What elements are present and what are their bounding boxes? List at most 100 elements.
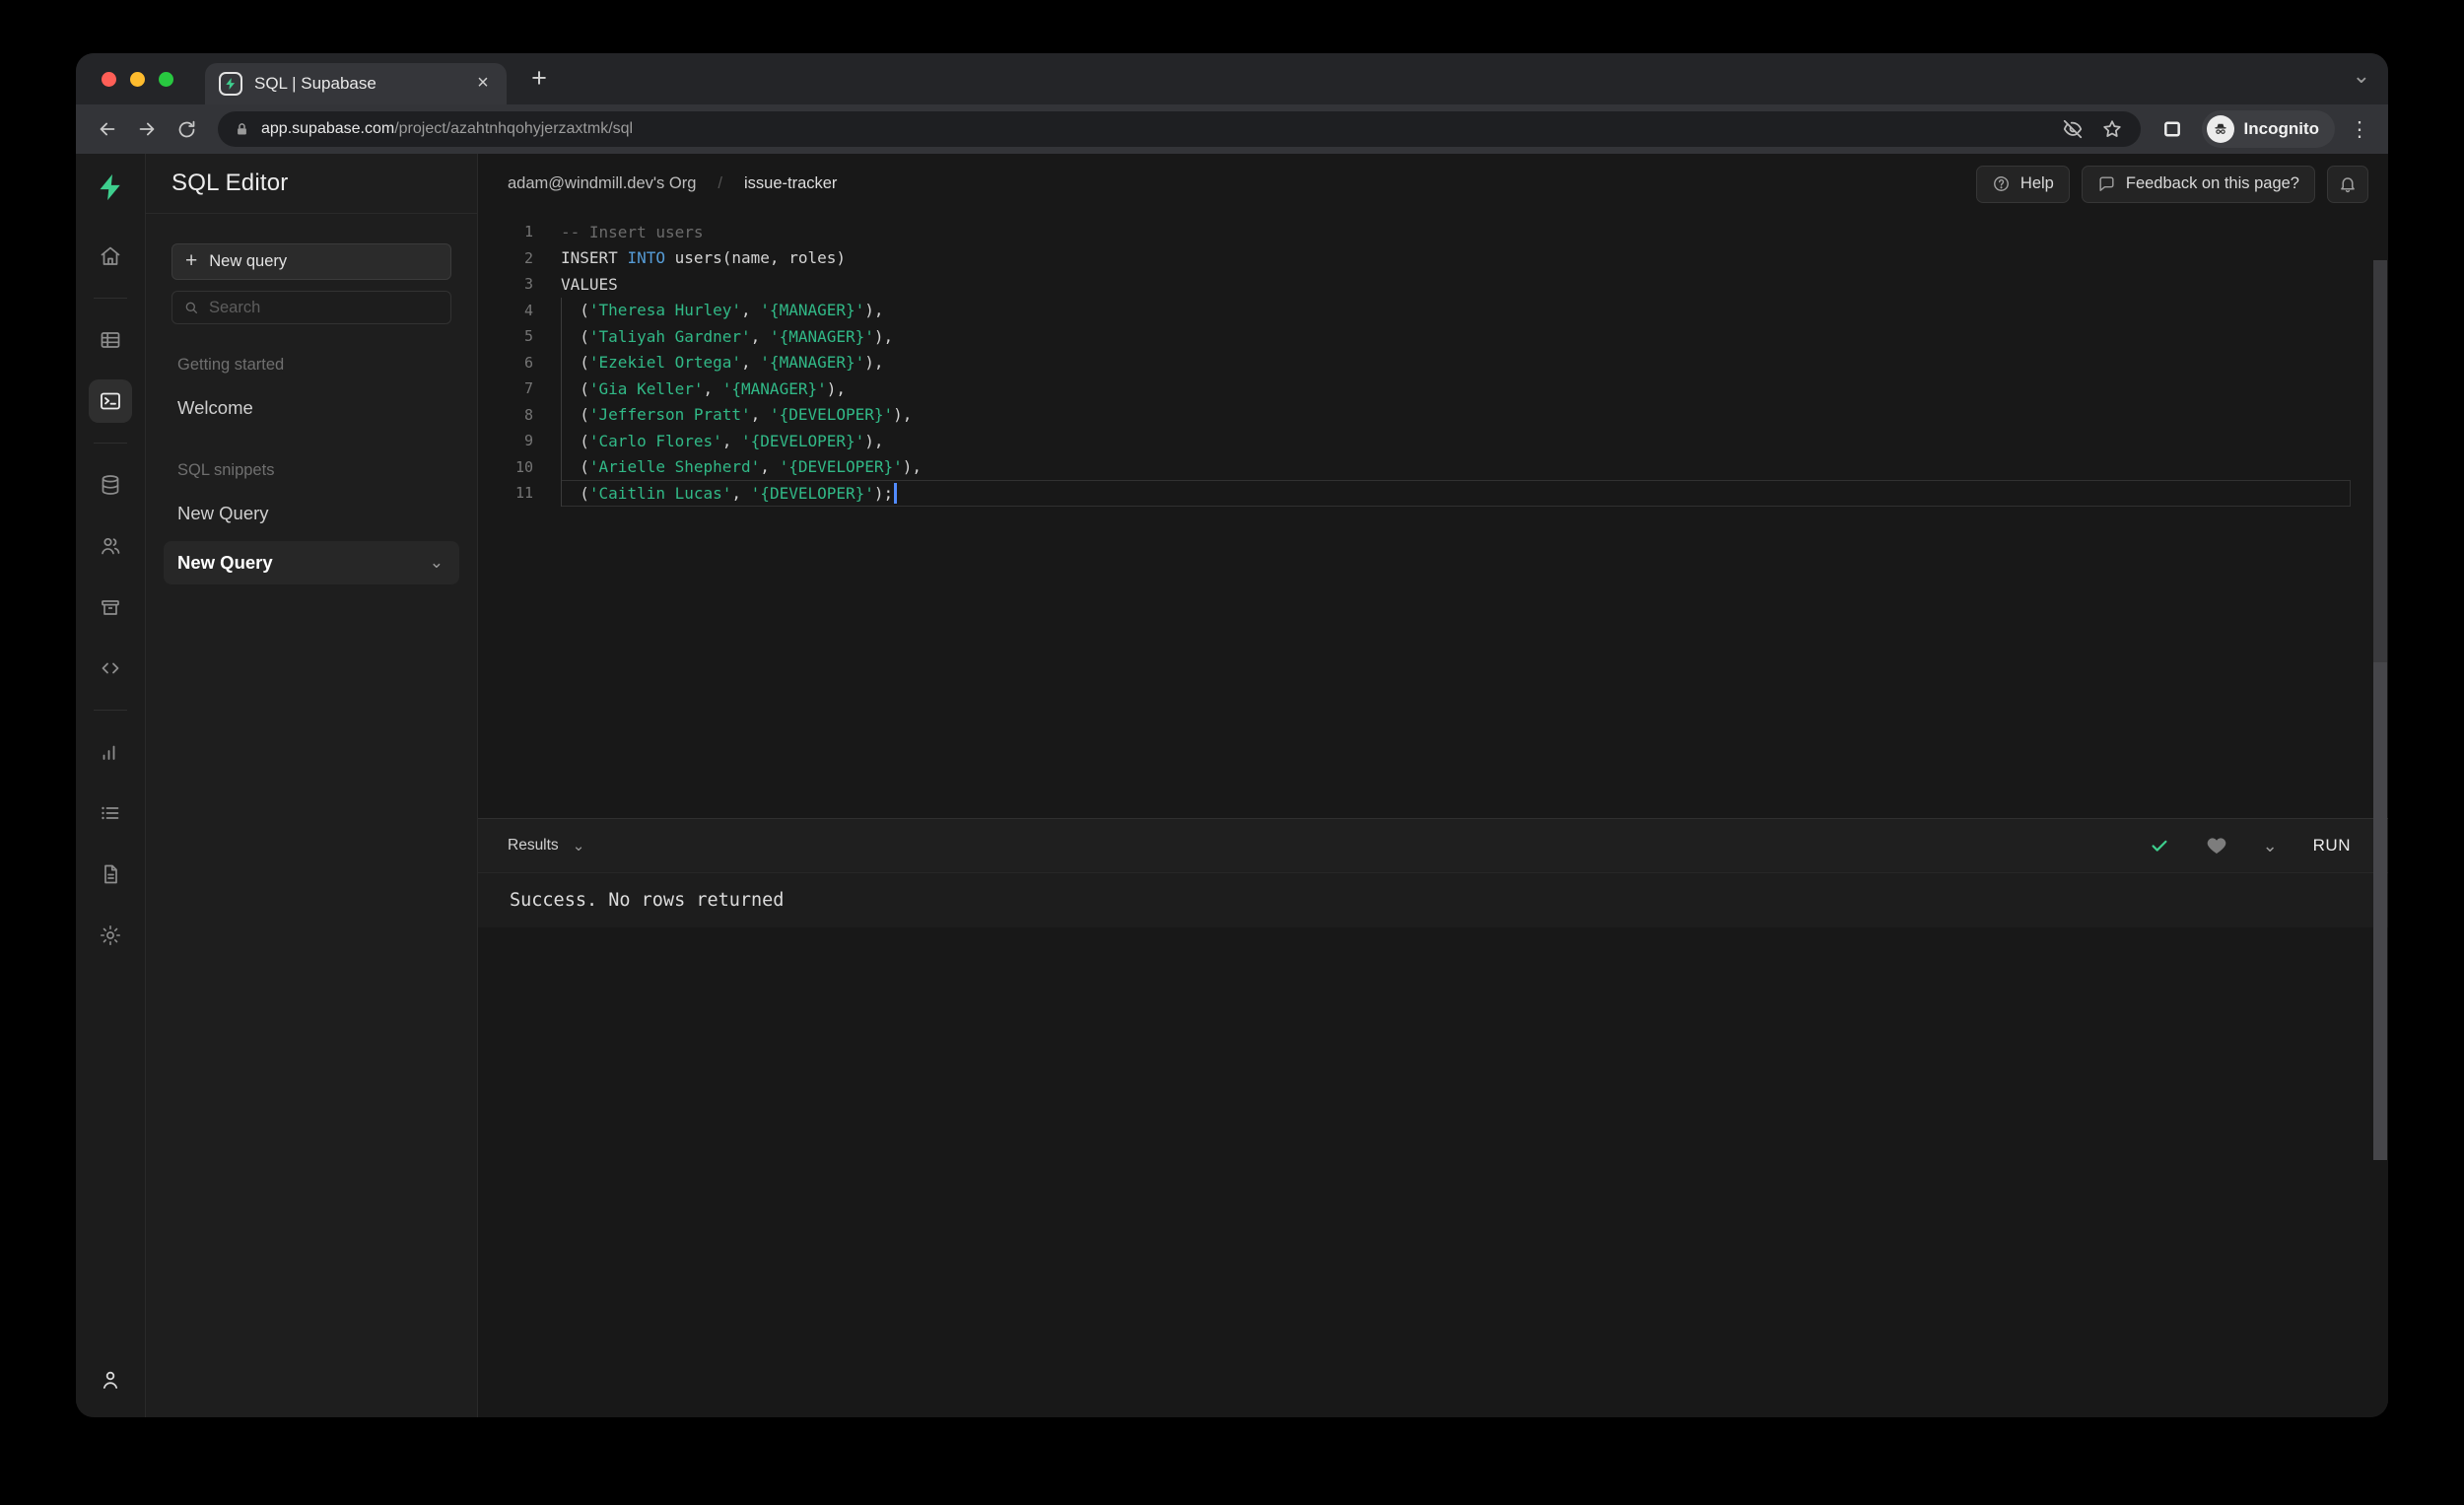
- breadcrumb-separator: /: [718, 174, 722, 192]
- breadcrumb-org[interactable]: adam@windmill.dev's Org: [508, 174, 696, 193]
- help-button-label: Help: [2019, 174, 2054, 192]
- feedback-button[interactable]: Feedback on this page?: [2081, 165, 2315, 203]
- code-text: ('Ezekiel Ortega', '{MANAGER}'),: [561, 349, 2351, 376]
- breadcrumb-project[interactable]: issue-tracker: [744, 174, 837, 193]
- new-tab-button[interactable]: +: [524, 64, 554, 94]
- menu-item-new-query[interactable]: New Query: [171, 494, 451, 533]
- nav-table-editor-icon[interactable]: [89, 318, 132, 362]
- snippet-menu: Getting started Welcome SQL snippets New…: [164, 356, 459, 584]
- chevron-down-icon[interactable]: ⌄: [430, 553, 444, 573]
- help-circle-icon: [1992, 174, 2011, 193]
- code-line[interactable]: 3 VALUES: [478, 271, 2388, 298]
- line-number: 10: [514, 457, 533, 476]
- line-number: 3: [523, 275, 533, 294]
- results-dropdown[interactable]: Results ⌄: [508, 837, 584, 855]
- section-label-getting-started: Getting started: [177, 356, 285, 374]
- code-text: ('Taliyah Gardner', '{MANAGER}'),: [561, 323, 2351, 350]
- nav-reports-icon[interactable]: [89, 730, 132, 774]
- forward-button[interactable]: [129, 111, 165, 147]
- rail-divider: [94, 298, 127, 299]
- new-query-button[interactable]: + New query: [171, 243, 451, 280]
- browser-tab[interactable]: SQL | Supabase ×: [205, 63, 507, 104]
- nav-authentication-icon[interactable]: [89, 524, 132, 568]
- code-line[interactable]: 2 INSERT INTO users(name, roles): [478, 245, 2388, 272]
- results-label: Results: [508, 837, 559, 854]
- code-line[interactable]: 1 -- Insert users: [478, 219, 2388, 245]
- bell-icon: [2338, 174, 2358, 194]
- help-button[interactable]: Help: [1975, 165, 2070, 203]
- line-number: 4: [523, 301, 533, 319]
- menu-item-label: New Query: [177, 552, 273, 573]
- code-line[interactable]: 11 ('Caitlin Lucas', '{DEVELOPER}');: [478, 480, 2388, 507]
- zoom-window-button[interactable]: [159, 72, 173, 87]
- code-text: ('Gia Keller', '{MANAGER}'),: [561, 376, 2351, 402]
- nav-home-icon[interactable]: [89, 235, 132, 278]
- feedback-button-label: Feedback on this page?: [2125, 174, 2299, 192]
- side-panel-icon[interactable]: [2155, 111, 2190, 147]
- code-line[interactable]: 8 ('Jefferson Pratt', '{DEVELOPER}'),: [478, 401, 2388, 429]
- incognito-badge[interactable]: Incognito: [2201, 110, 2335, 148]
- reload-button[interactable]: [169, 111, 204, 147]
- query-valid-check-icon[interactable]: [2149, 835, 2170, 856]
- code-line[interactable]: 6 ('Ezekiel Ortega', '{MANAGER}'),: [478, 349, 2388, 376]
- line-number: 5: [523, 327, 533, 346]
- favorite-heart-icon[interactable]: [2206, 835, 2227, 856]
- main-area: adam@windmill.dev's Org / issue-tracker …: [478, 154, 2388, 1417]
- close-window-button[interactable]: [102, 72, 116, 87]
- results-bar: Results ⌄ ⌄ RUN: [478, 818, 2388, 872]
- bookmark-star-icon[interactable]: [2097, 114, 2127, 144]
- code-line[interactable]: 10 ('Arielle Shepherd', '{DEVELOPER}'),: [478, 453, 2388, 481]
- run-button[interactable]: RUN: [2313, 836, 2351, 855]
- main-header: adam@windmill.dev's Org / issue-tracker …: [478, 154, 2388, 214]
- code-text: -- Insert users: [561, 222, 704, 241]
- new-query-button-label: New query: [209, 252, 288, 270]
- rail-divider: [94, 710, 127, 711]
- code-text: ('Arielle Shepherd', '{DEVELOPER}'),: [561, 453, 2351, 481]
- menu-item-new-query-active[interactable]: New Query ⌄: [164, 541, 459, 584]
- url-text: app.supabase.com/project/azahtnhqohyjerz…: [261, 120, 2048, 138]
- line-number: 1: [523, 223, 533, 241]
- nav-logs-icon[interactable]: [89, 791, 132, 835]
- minimize-window-button[interactable]: [130, 72, 145, 87]
- notifications-button[interactable]: [2327, 165, 2368, 203]
- sql-editor-code-area[interactable]: 1 -- Insert users 2 INSERT INTO users(name,…: [478, 214, 2388, 818]
- success-message: Success. No rows returned: [510, 890, 785, 911]
- search-input[interactable]: [209, 298, 440, 317]
- speech-bubble-icon: [2097, 174, 2116, 193]
- run-options-chevron-icon[interactable]: ⌄: [2263, 836, 2278, 856]
- menu-item-welcome[interactable]: Welcome: [171, 388, 451, 428]
- lock-icon: [232, 114, 251, 144]
- url-bar[interactable]: app.supabase.com/project/azahtnhqohyjerz…: [218, 111, 2141, 147]
- close-tab-icon[interactable]: ×: [471, 72, 495, 96]
- incognito-label: Incognito: [2243, 119, 2319, 138]
- text-cursor: [894, 482, 898, 504]
- code-text: ('Carlo Flores', '{DEVELOPER}'),: [561, 428, 2351, 454]
- account-icon[interactable]: [89, 1358, 132, 1402]
- code-text: INSERT INTO users(name, roles): [561, 248, 846, 268]
- line-number: 7: [523, 379, 533, 398]
- password-eye-off-icon[interactable]: [2058, 114, 2088, 144]
- code-line[interactable]: 9 ('Carlo Flores', '{DEVELOPER}'),: [478, 428, 2388, 454]
- incognito-icon: [2206, 115, 2234, 143]
- code-text: VALUES: [561, 274, 618, 294]
- snippet-search[interactable]: [171, 291, 451, 324]
- browser-toolbar: app.supabase.com/project/azahtnhqohyjerz…: [76, 104, 2388, 154]
- supabase-logo-icon[interactable]: [89, 166, 132, 209]
- code-line[interactable]: 5 ('Taliyah Gardner', '{MANAGER}'),: [478, 323, 2388, 350]
- url-path: /project/azahtnhqohyjerzaxtmk/sql: [394, 120, 634, 137]
- code-line[interactable]: 7 ('Gia Keller', '{MANAGER}'),: [478, 376, 2388, 402]
- code-text: ('Theresa Hurley', '{MANAGER}'),: [561, 297, 2351, 324]
- browser-menu-icon[interactable]: ⋮: [2345, 117, 2374, 142]
- code-lines: 1 -- Insert users 2 INSERT INTO users(name,…: [478, 219, 2388, 507]
- nav-settings-icon[interactable]: [89, 914, 132, 957]
- tab-search-chevron-icon[interactable]: ⌄: [2353, 63, 2370, 89]
- nav-rail: [76, 154, 146, 1417]
- code-line[interactable]: 4 ('Theresa Hurley', '{MANAGER}'),: [478, 297, 2388, 324]
- nav-edge-functions-icon[interactable]: [89, 647, 132, 690]
- snippets-panel: SQL Editor + New query Getting started W…: [146, 154, 478, 1417]
- nav-storage-icon[interactable]: [89, 585, 132, 629]
- nav-database-icon[interactable]: [89, 463, 132, 507]
- nav-sql-editor-icon[interactable]: [89, 379, 132, 423]
- back-button[interactable]: [90, 111, 125, 147]
- nav-docs-icon[interactable]: [89, 853, 132, 896]
